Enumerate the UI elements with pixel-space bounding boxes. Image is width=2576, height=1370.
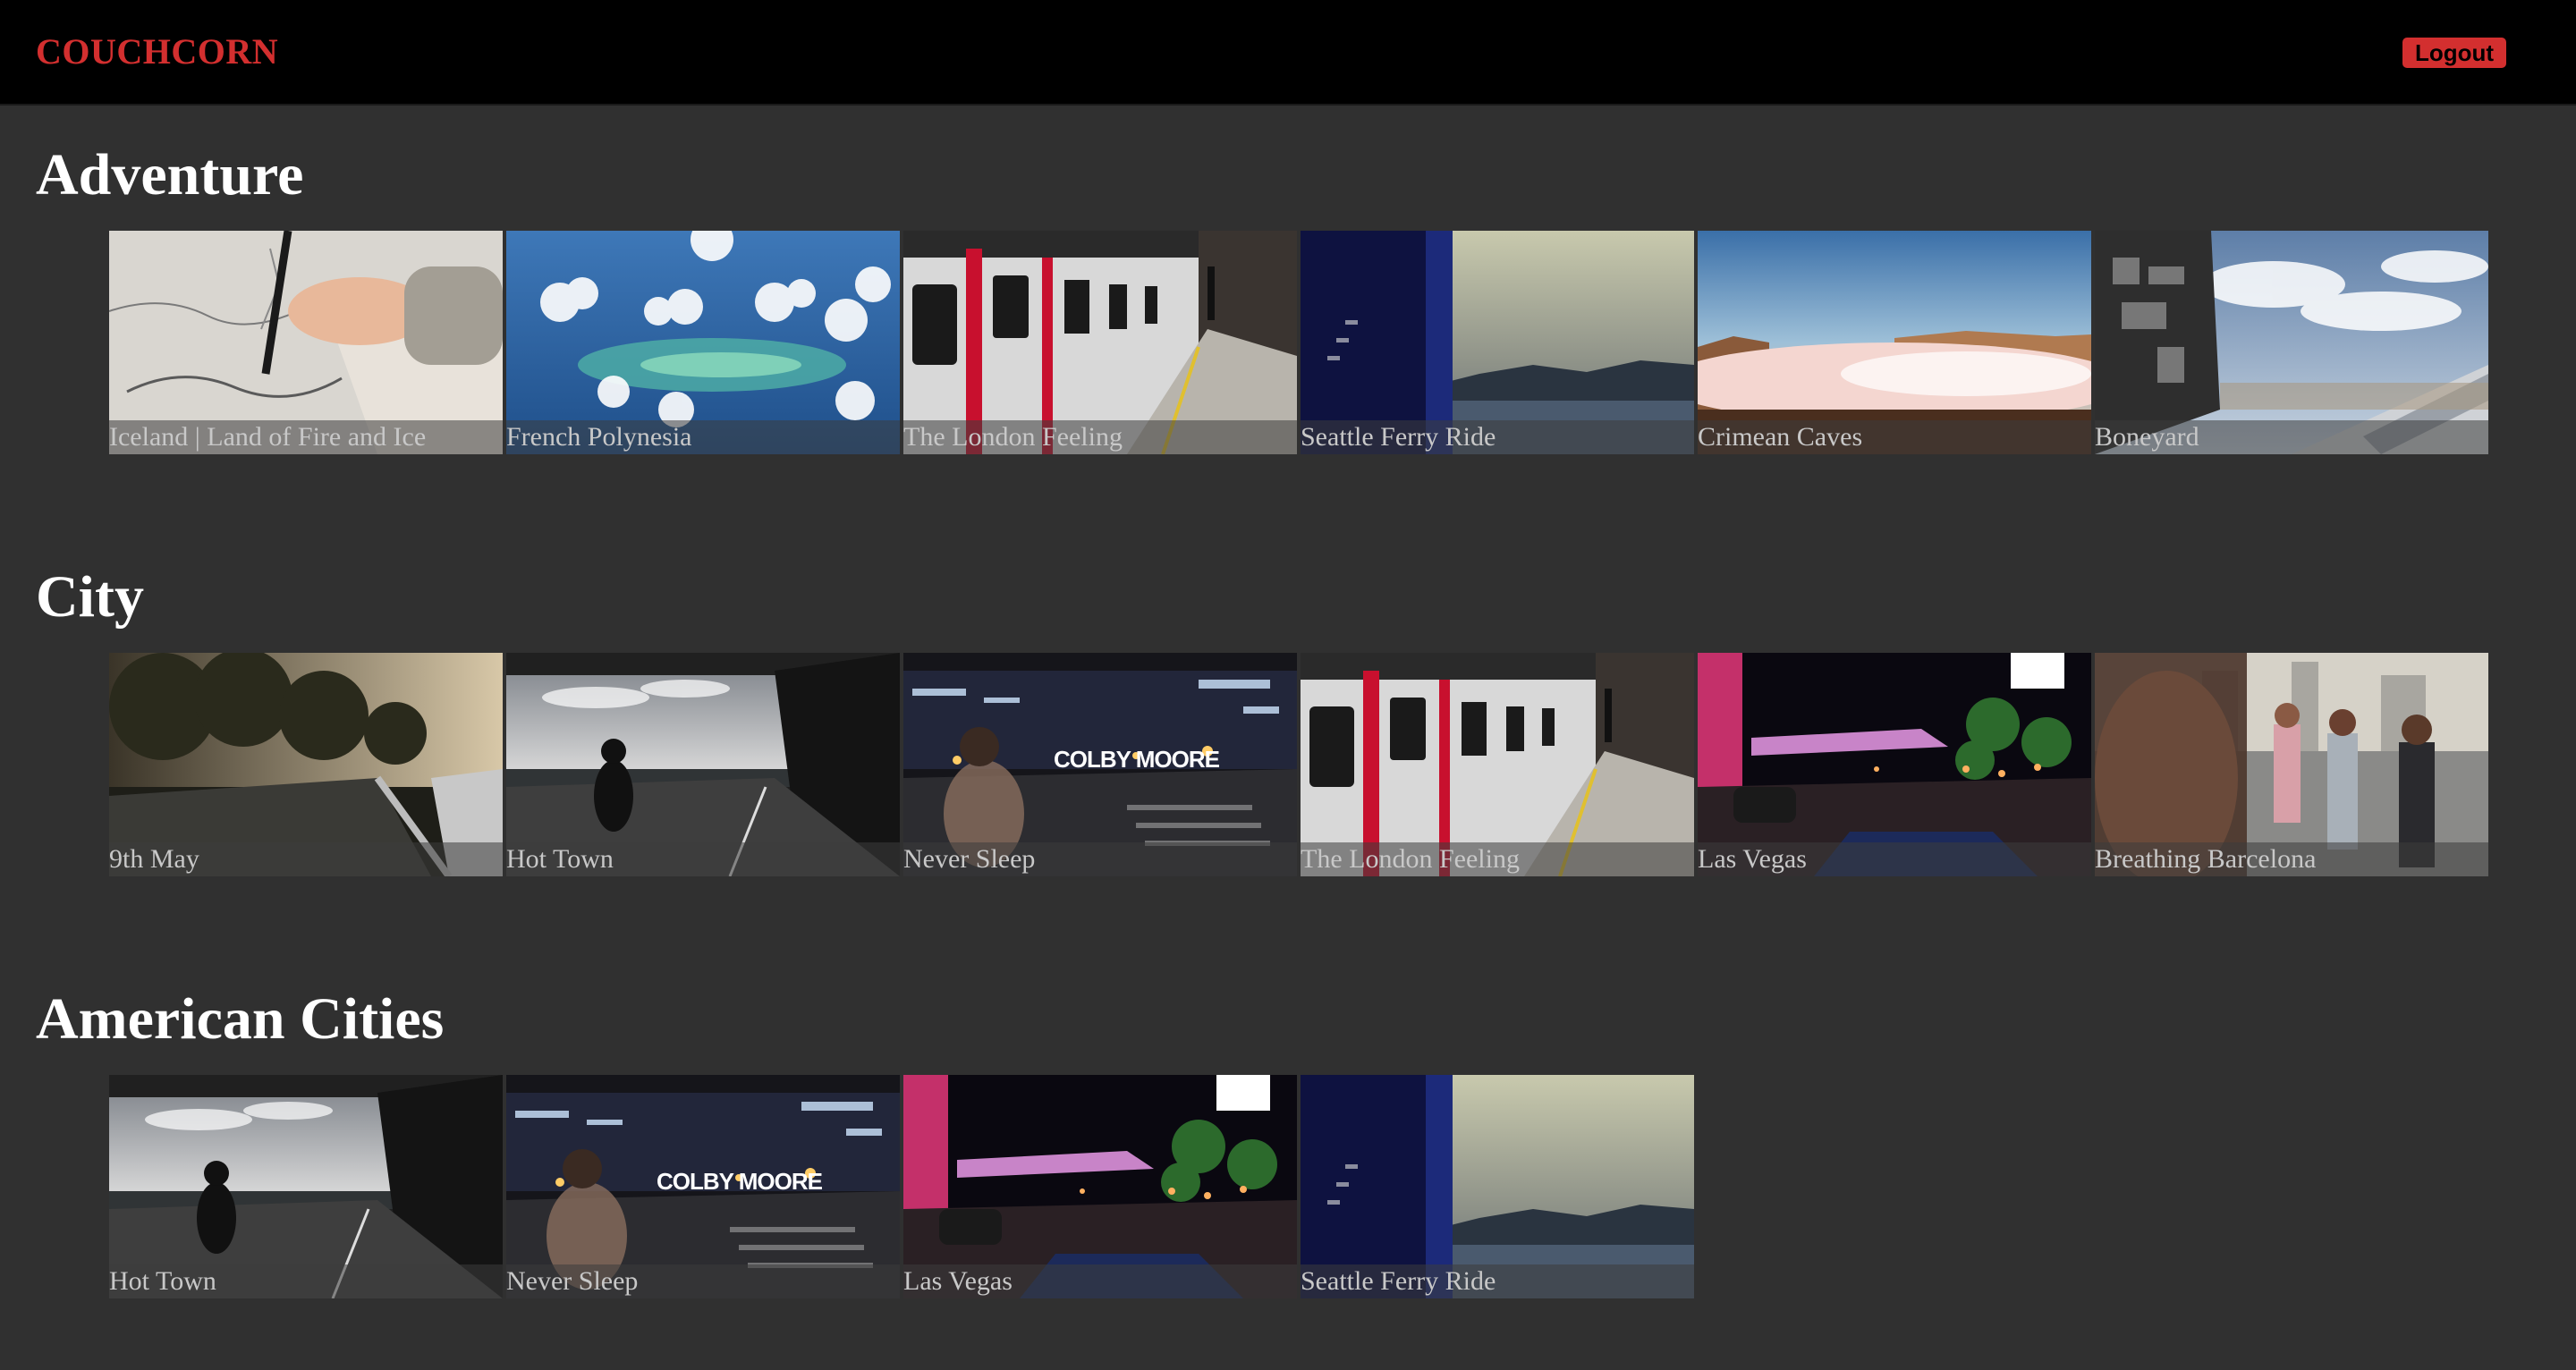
video-title: Boneyard: [2095, 422, 2199, 452]
video-tile[interactable]: Iceland | Land of Fire and Ice: [109, 231, 503, 454]
brand-logo[interactable]: COUCHCORN: [36, 30, 278, 73]
section-title: American Cities: [36, 986, 445, 1052]
top-navbar: COUCHCORN Logout: [0, 0, 2576, 106]
video-row: Iceland | Land of Fire and Ice French Po…: [109, 231, 2492, 454]
video-tile[interactable]: Boneyard: [2095, 231, 2488, 454]
video-title: Breathing Barcelona: [2095, 844, 2317, 874]
logout-button[interactable]: Logout: [2402, 38, 2506, 68]
video-tile[interactable]: Crimean Caves: [1698, 231, 2091, 454]
video-tile[interactable]: Las Vegas: [903, 1075, 1297, 1298]
video-title: Never Sleep: [903, 844, 1036, 874]
video-title: The London Feeling: [1301, 844, 1520, 874]
video-row: Hot Town COLBY MOORE Never Sleep Las Veg…: [109, 1075, 1698, 1298]
video-title: Hot Town: [109, 1266, 216, 1296]
video-title: 9th May: [109, 844, 199, 874]
section-title: City: [36, 564, 144, 630]
section-title: Adventure: [36, 142, 304, 207]
video-tile[interactable]: The London Feeling: [903, 231, 1297, 454]
video-title: French Polynesia: [506, 422, 692, 452]
video-tile[interactable]: The London Feeling: [1301, 653, 1694, 876]
video-title: Seattle Ferry Ride: [1301, 1266, 1496, 1296]
video-title: Las Vegas: [1698, 844, 1807, 874]
video-tile[interactable]: COLBY MOORE Never Sleep: [506, 1075, 900, 1298]
video-tile[interactable]: Breathing Barcelona: [2095, 653, 2488, 876]
video-tile[interactable]: 9th May: [109, 653, 503, 876]
video-title: Crimean Caves: [1698, 422, 1863, 452]
video-row: 9th May Hot Town COLBY MOORE Never Sleep…: [109, 653, 2492, 876]
video-tile[interactable]: Seattle Ferry Ride: [1301, 1075, 1694, 1298]
video-tile[interactable]: Hot Town: [506, 653, 900, 876]
video-tile[interactable]: COLBY MOORE Never Sleep: [903, 653, 1297, 876]
video-title: Never Sleep: [506, 1266, 639, 1296]
video-title: Hot Town: [506, 844, 614, 874]
video-tile[interactable]: Seattle Ferry Ride: [1301, 231, 1694, 454]
video-title: Las Vegas: [903, 1266, 1013, 1296]
video-tile[interactable]: French Polynesia: [506, 231, 900, 454]
video-title: The London Feeling: [903, 422, 1123, 452]
video-title: Seattle Ferry Ride: [1301, 422, 1496, 452]
video-title: Iceland | Land of Fire and Ice: [109, 422, 427, 452]
video-tile[interactable]: Las Vegas: [1698, 653, 2091, 876]
thumbnail-overlay-text: COLBY MOORE: [657, 1168, 823, 1195]
video-tile[interactable]: Hot Town: [109, 1075, 503, 1298]
thumbnail-overlay-text: COLBY MOORE: [1054, 746, 1220, 773]
